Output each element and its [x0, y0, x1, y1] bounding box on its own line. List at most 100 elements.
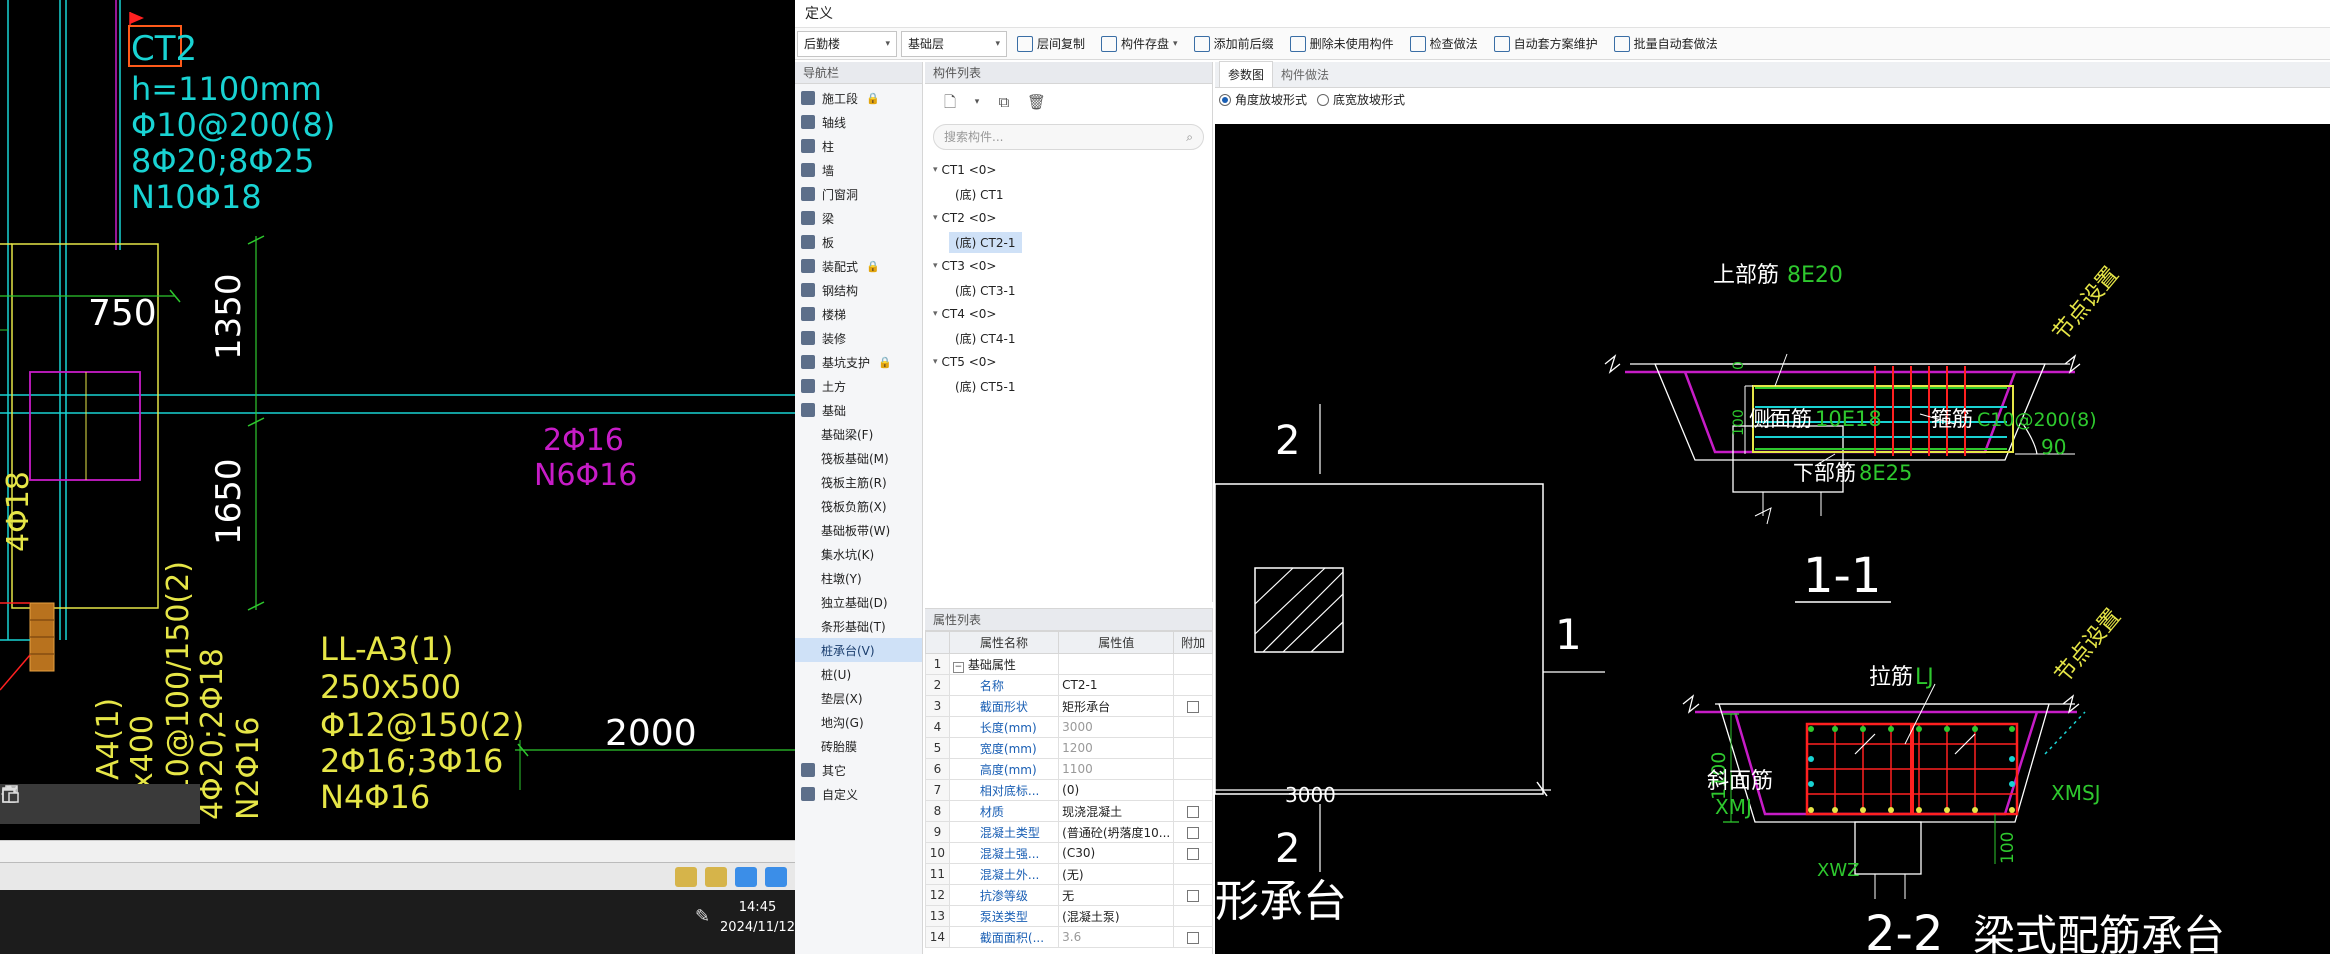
- nav-item[interactable]: 门窗洞: [795, 182, 922, 206]
- property-value[interactable]: (0): [1058, 779, 1175, 801]
- table-row[interactable]: 13 泵送类型 (混凝土泵): [925, 905, 1213, 927]
- check-method-button[interactable]: 检查做法: [1404, 31, 1484, 57]
- nav-subitem[interactable]: 集水坑(K): [795, 542, 922, 566]
- nav-item[interactable]: 其它: [795, 758, 922, 782]
- property-value[interactable]: 现浇混凝土: [1058, 800, 1175, 822]
- extra-checkbox[interactable]: [1187, 847, 1200, 860]
- extra-checkbox[interactable]: [1187, 826, 1200, 839]
- nav-subitem[interactable]: 筏板主筋(R): [795, 470, 922, 494]
- property-value[interactable]: [1058, 653, 1175, 675]
- table-row[interactable]: 3 截面形状 矩形承台: [925, 695, 1213, 717]
- paste-icon[interactable]: [2, 786, 154, 818]
- property-value[interactable]: 矩形承台: [1058, 695, 1175, 717]
- nav-item[interactable]: 轴线: [795, 110, 922, 134]
- property-value[interactable]: CT2-1: [1058, 674, 1175, 696]
- pen-icon[interactable]: ✎: [695, 906, 719, 934]
- nav-item[interactable]: 施工段 🔒: [795, 86, 922, 110]
- extra-checkbox[interactable]: [1187, 700, 1200, 713]
- nav-subitem[interactable]: 筏板基础(M): [795, 446, 922, 470]
- nav-subitem[interactable]: 柱墩(Y): [795, 566, 922, 590]
- auto-scheme-maintain-button[interactable]: 自动套方案维护: [1488, 31, 1604, 57]
- new-component-icon[interactable]: 🗋: [941, 93, 959, 111]
- property-value[interactable]: 3.6: [1058, 926, 1175, 948]
- copy-icon[interactable]: [2, 785, 114, 818]
- property-value[interactable]: (无): [1058, 863, 1175, 885]
- nav-subitem[interactable]: 地沟(G): [795, 710, 922, 734]
- nav-item[interactable]: 基础: [795, 398, 922, 422]
- property-value[interactable]: (普通砼(坍落度10...: [1058, 821, 1175, 843]
- tab-component-method[interactable]: 构件做法: [1273, 62, 1337, 87]
- copy-component-icon[interactable]: ⧉: [995, 93, 1013, 111]
- property-value[interactable]: 3000: [1058, 716, 1175, 738]
- tab-parameter-diagram[interactable]: 参数图: [1219, 61, 1274, 87]
- tree-leaf[interactable]: (底) CT4-1: [925, 326, 1212, 350]
- add-prefix-suffix-button[interactable]: 添加前后缀: [1188, 31, 1280, 57]
- nav-subitem[interactable]: 筏板负筋(X): [795, 494, 922, 518]
- nav-item[interactable]: 装配式 🔒: [795, 254, 922, 278]
- layer-select[interactable]: 基础层 ▾: [901, 30, 1007, 57]
- chevron-down-icon[interactable]: ▾: [973, 93, 981, 111]
- nav-subitem[interactable]: 独立基础(D): [795, 590, 922, 614]
- nav-subitem[interactable]: 条形基础(T): [795, 614, 922, 638]
- chevron-down-icon[interactable]: ▾: [933, 165, 938, 175]
- radio-angle-slope[interactable]: 角度放坡形式: [1219, 91, 1307, 108]
- copy-between-floors-button[interactable]: 层间复制: [1011, 31, 1091, 57]
- chevron-down-icon[interactable]: ▾: [933, 309, 938, 319]
- nav-item[interactable]: 梁: [795, 206, 922, 230]
- table-row[interactable]: 5 宽度(mm) 1200: [925, 737, 1213, 759]
- extra-checkbox[interactable]: [1187, 889, 1200, 902]
- table-row[interactable]: 2 名称 CT2-1: [925, 674, 1213, 696]
- tree-leaf[interactable]: (底) CT2-1: [925, 230, 1212, 254]
- chevron-down-icon[interactable]: ▾: [933, 357, 938, 367]
- chevron-down-icon[interactable]: ▾: [933, 213, 938, 223]
- nav-item[interactable]: 板: [795, 230, 922, 254]
- search-icon[interactable]: ⌕: [1186, 130, 1193, 145]
- cad-drawing[interactable]: CT2 h=1100mm Φ10@200(8) 8Φ20;8Φ25 N10Φ18…: [0, 0, 795, 840]
- tree-leaf[interactable]: (底) CT3-1: [925, 278, 1212, 302]
- extra-checkbox[interactable]: [1187, 805, 1200, 818]
- nav-subitem[interactable]: 桩承台(V): [795, 638, 922, 662]
- nav-subitem[interactable]: 基础板带(W): [795, 518, 922, 542]
- nav-item[interactable]: 自定义: [795, 782, 922, 806]
- property-value[interactable]: (C30): [1058, 842, 1175, 864]
- table-row[interactable]: 14 截面面积(... 3.6: [925, 926, 1213, 948]
- chevron-down-icon[interactable]: ▾: [933, 261, 938, 271]
- component-search-input[interactable]: [944, 130, 1164, 144]
- status-layer-icon[interactable]: [675, 866, 697, 887]
- property-value[interactable]: 1200: [1058, 737, 1175, 759]
- delete-component-icon[interactable]: 🗑: [1027, 93, 1046, 111]
- table-row[interactable]: 11 混凝土外... (无): [925, 863, 1213, 885]
- move-icon[interactable]: [1, 785, 74, 818]
- nav-subitem[interactable]: 砖胎膜: [795, 734, 922, 758]
- table-row[interactable]: 7 相对底标... (0): [925, 779, 1213, 801]
- status-mode-icon[interactable]: [735, 866, 757, 887]
- tree-group[interactable]: ▾ CT4 <0>: [925, 302, 1212, 326]
- nav-item[interactable]: 土方: [795, 374, 922, 398]
- table-row[interactable]: 9 混凝土类型 (普通砼(坍落度10...: [925, 821, 1213, 843]
- property-value[interactable]: 无: [1058, 884, 1175, 906]
- table-row[interactable]: 4 长度(mm) 3000: [925, 716, 1213, 738]
- collapse-icon[interactable]: −: [952, 661, 964, 673]
- nav-item[interactable]: 楼梯: [795, 302, 922, 326]
- nav-subitem[interactable]: 桩(U): [795, 662, 922, 686]
- nav-item[interactable]: 基坑支护 🔒: [795, 350, 922, 374]
- extra-checkbox[interactable]: [1187, 931, 1200, 944]
- table-row[interactable]: 10 混凝土强... (C30): [925, 842, 1213, 864]
- table-row[interactable]: 6 高度(mm) 1100: [925, 758, 1213, 780]
- property-value[interactable]: 1100: [1058, 758, 1175, 780]
- property-value[interactable]: (混凝土泵): [1058, 905, 1175, 927]
- batch-auto-method-button[interactable]: 批量自动套做法: [1608, 31, 1724, 57]
- tree-leaf[interactable]: (底) CT5-1: [925, 374, 1212, 398]
- floor-select[interactable]: 后勤楼 ▾: [797, 30, 897, 57]
- nav-item[interactable]: 墙: [795, 158, 922, 182]
- status-window-icon[interactable]: [765, 866, 787, 887]
- tree-group[interactable]: ▾ CT3 <0>: [925, 254, 1212, 278]
- save-component-button[interactable]: 构件存盘 ▾: [1095, 31, 1184, 57]
- nav-item[interactable]: 装修: [795, 326, 922, 350]
- radio-width-slope[interactable]: 底宽放坡形式: [1317, 91, 1405, 108]
- tree-group[interactable]: ▾ CT1 <0>: [925, 158, 1212, 182]
- cad-horizontal-scrollbar[interactable]: [0, 840, 795, 862]
- table-row[interactable]: 8 材质 现浇混凝土: [925, 800, 1213, 822]
- table-row[interactable]: 12 抗渗等级 无: [925, 884, 1213, 906]
- nav-subitem[interactable]: 基础梁(F): [795, 422, 922, 446]
